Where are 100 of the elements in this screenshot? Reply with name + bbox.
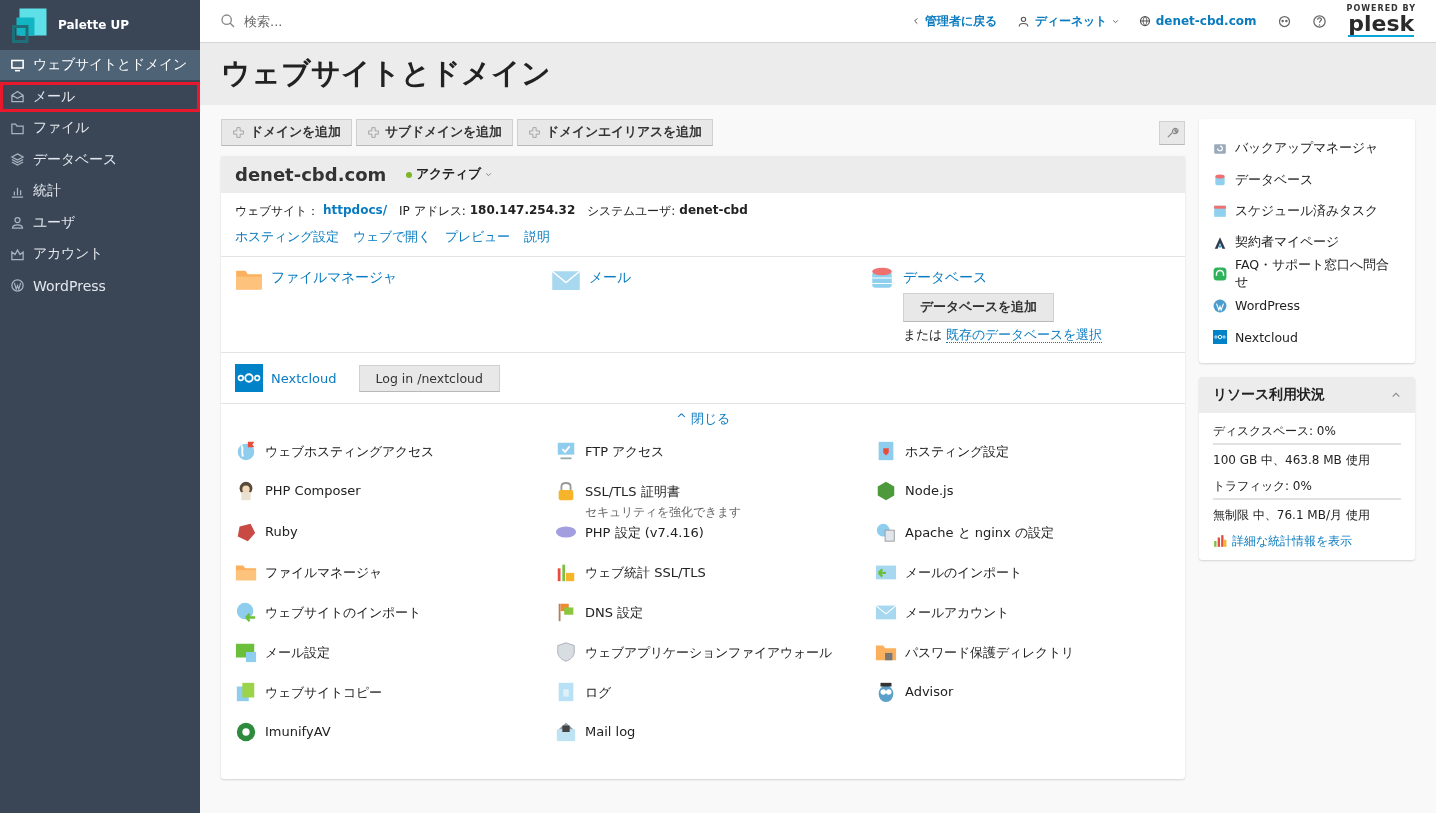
sidebar-item[interactable]: データベース: [0, 144, 200, 175]
triangle-icon: [1213, 235, 1227, 250]
quick-link[interactable]: ファイルマネージャ: [271, 269, 397, 287]
sidebar-item[interactable]: ウェブサイトとドメイン: [0, 50, 200, 80]
tool-item[interactable]: ウェブホスティングアクセス: [235, 440, 555, 480]
shield-icon: [555, 641, 577, 663]
quick-link[interactable]: メール: [589, 269, 631, 287]
bar-chart-icon: [1213, 534, 1227, 549]
side-link[interactable]: データベース: [1213, 164, 1401, 196]
tool-item[interactable]: ホスティング設定: [875, 440, 1171, 480]
tool-item[interactable]: ログ: [555, 681, 875, 721]
powered-by-label: POWERED BY: [1346, 5, 1416, 13]
logo-icon: [12, 7, 48, 43]
collapse-link[interactable]: ^ 閉じる: [676, 411, 730, 428]
quick-link[interactable]: データベース: [903, 269, 1103, 287]
domain-link[interactable]: プレビュー: [445, 228, 510, 246]
tool-item[interactable]: パスワード保護ディレクトリ: [875, 641, 1171, 681]
side-link[interactable]: スケジュール済みタスク: [1213, 195, 1401, 228]
calendar-icon: [1213, 204, 1227, 219]
side-link[interactable]: WordPress: [1213, 289, 1401, 322]
tool-item[interactable]: Apache と nginx の設定: [875, 521, 1171, 561]
chevron-left-icon: [911, 17, 920, 25]
status-dropdown[interactable]: アクティブ: [406, 166, 493, 183]
sidebar-item[interactable]: アカウント: [0, 239, 200, 269]
tool-item[interactable]: ウェブアプリケーションファイアウォール: [555, 641, 875, 681]
product-logo: plesk: [1348, 13, 1415, 37]
tool-item[interactable]: Advisor: [875, 681, 1171, 721]
database-icon: [869, 265, 895, 291]
side-link[interactable]: バックアップマネージャ: [1213, 133, 1401, 165]
stats-link[interactable]: 詳細な統計情報を表示: [1213, 532, 1401, 550]
tool-item[interactable]: メール設定: [235, 641, 555, 681]
domain-name: denet-cbd.com: [235, 164, 387, 185]
tool-item[interactable]: DNS 設定: [555, 601, 875, 641]
user-icon: [10, 215, 25, 230]
side-link[interactable]: Nextcloud: [1213, 321, 1401, 353]
side-link[interactable]: FAQ・サポート窓口へ問合せ: [1213, 258, 1401, 290]
info-label: IP アドレス:: [399, 203, 466, 220]
settings-button[interactable]: [1159, 120, 1185, 145]
domain-link[interactable]: denet-cbd.com: [1138, 14, 1257, 28]
monitor-icon: [555, 440, 577, 462]
tool-description: セキュリティを強化できます: [585, 504, 741, 521]
tool-item[interactable]: ウェブサイトのインポート: [235, 601, 555, 641]
plus-icon: [367, 126, 380, 139]
toolbar-button[interactable]: ドメインを追加: [221, 119, 352, 146]
tool-item[interactable]: FTP アクセス: [555, 440, 875, 480]
toolbar-button[interactable]: サブドメインを追加: [356, 119, 513, 146]
info-value: 180.147.254.32: [469, 203, 576, 219]
search-icon: [220, 13, 236, 29]
wrench-icon: [1165, 125, 1179, 140]
sidebar-item[interactable]: 統計: [0, 176, 200, 206]
toolbar-button[interactable]: ドメインエイリアスを追加: [517, 119, 713, 146]
sidebar-item[interactable]: メール: [0, 81, 200, 112]
domain-link[interactable]: ホスティング設定: [235, 228, 339, 246]
tool-item[interactable]: ImunifyAV: [235, 721, 555, 761]
usage-text: 無制限 中、76.1 MB/月 使用: [1213, 506, 1371, 524]
page-title: ウェブサイトとドメイン: [221, 55, 551, 92]
side-link[interactable]: 契約者マイページ: [1213, 227, 1401, 259]
tool-item[interactable]: Node.js: [875, 480, 1171, 521]
user-menu[interactable]: ディーネット: [1016, 12, 1119, 30]
nextcloud-icon: [235, 364, 263, 392]
back-link[interactable]: 管理者に戻る: [911, 12, 997, 30]
layers-icon: [10, 152, 25, 167]
tool-item[interactable]: ウェブサイトコピー: [235, 681, 555, 721]
info-label: システムユーザ:: [587, 203, 676, 220]
nextcloud-login-button[interactable]: Log in /nextcloud: [358, 364, 500, 392]
meter-label: トラフィック: 0%: [1213, 477, 1313, 495]
panel-title: リソース利用状況: [1213, 385, 1325, 404]
meter-label: ディスクスペース: 0%: [1213, 422, 1337, 440]
wordpress-icon: [1213, 298, 1227, 313]
plus-icon: [232, 126, 245, 139]
globe-icon: [235, 440, 257, 462]
headset-icon: [1213, 267, 1227, 282]
tool-item[interactable]: Ruby: [235, 521, 555, 561]
info-value: denet-cbd: [679, 203, 748, 219]
folder-icon: [10, 120, 25, 136]
caret-icon: [485, 171, 493, 178]
select-database-link[interactable]: 既存のデータベースを選択: [946, 327, 1103, 343]
tool-link[interactable]: SSL/TLS 証明書: [585, 483, 741, 501]
tool-item[interactable]: メールのインポート: [875, 561, 1171, 601]
nextcloud-icon: [1213, 330, 1227, 345]
domain-link[interactable]: ウェブで開く: [353, 228, 431, 246]
nextcloud-link[interactable]: Nextcloud: [271, 370, 337, 386]
tool-item[interactable]: Mail log: [555, 721, 875, 761]
user-icon: [1016, 14, 1030, 28]
usage-text: 100 GB 中、463.8 MB 使用: [1213, 451, 1371, 469]
add-database-button[interactable]: データベースを追加: [903, 293, 1054, 322]
sidebar-item[interactable]: ファイル: [0, 113, 200, 143]
gem-icon: [235, 521, 257, 543]
sidebar-item[interactable]: ユーザ: [0, 207, 200, 238]
tool-item[interactable]: ウェブ統計 SSL/TLS: [555, 561, 875, 601]
domain-link[interactable]: 説明: [524, 228, 550, 246]
tool-item[interactable]: PHP 設定 (v7.4.16): [555, 521, 875, 561]
wordpress-icon: [10, 278, 25, 293]
caret-icon: [1111, 17, 1119, 25]
plus-icon: [528, 126, 541, 139]
tool-item[interactable]: メールアカウント: [875, 601, 1171, 641]
website-link[interactable]: httpdocs/: [323, 203, 388, 220]
tool-item[interactable]: ファイルマネージャ: [235, 561, 555, 601]
tool-item[interactable]: PHP Composer: [235, 480, 555, 521]
sidebar-item[interactable]: WordPress: [0, 270, 200, 301]
